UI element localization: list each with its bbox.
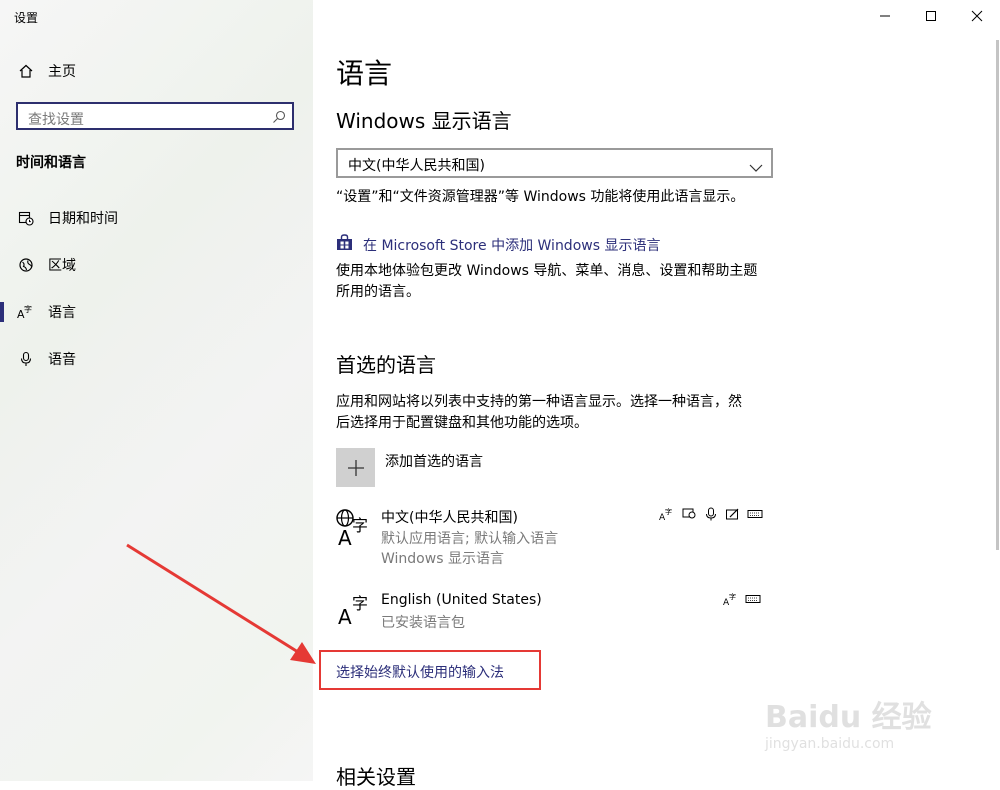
svg-text:A: A [338,526,352,550]
microphone-icon [703,507,719,521]
sidebar-item-region[interactable]: 区域 [0,247,313,283]
sidebar-item-language[interactable]: A字 语言 [0,294,313,330]
svg-text:字: 字 [352,594,368,613]
close-icon [971,10,983,22]
store-icon [336,234,353,255]
maximize-button[interactable] [908,0,954,32]
sidebar-item-speech[interactable]: 语音 [0,341,313,377]
language-features: A字 [723,592,761,606]
maximize-icon [926,11,936,21]
minimize-icon [880,15,890,17]
default-input-method-link[interactable]: 选择始终默认使用的输入法 [319,650,541,690]
sidebar-item-label: 区域 [48,258,76,274]
minimize-button[interactable] [862,0,908,32]
watermark-brand: Baidu 经验 [765,700,932,735]
svg-text:字: 字 [24,304,32,314]
add-language-label: 添加首选的语言 [385,454,483,470]
default-input-method-label: 选择始终默认使用的输入法 [336,665,504,681]
sidebar-item-label: 主页 [48,64,76,80]
store-description-line2: 所用的语言。 [336,284,420,300]
language-name: English (United States) [381,592,542,608]
search-icon [272,109,286,128]
store-description-line1: 使用本地体验包更改 Windows 导航、菜单、消息、设置和帮助主题 [336,263,758,279]
watermark-url: jingyan.baidu.com [765,736,895,752]
close-button[interactable] [954,0,1000,32]
sidebar-item-label: 语音 [48,352,76,368]
keyboard-icon [745,592,761,606]
display-language-heading: Windows 显示语言 [336,109,512,133]
preferred-description-line1: 应用和网站将以列表中支持的第一种语言显示。选择一种语言，然 [336,394,742,410]
sidebar-item-label: 日期和时间 [48,211,118,227]
svg-text:字: 字 [352,516,368,535]
display-language-select[interactable]: 中文(中华人民共和国) [336,148,773,178]
search-placeholder: 查找设置 [28,112,84,128]
related-settings-heading: 相关设置 [336,765,416,789]
window-title: 设置 [14,11,39,25]
language-detail: 默认应用语言; 默认输入语言 [381,531,559,547]
scrollbar[interactable] [996,40,999,550]
sidebar: 设置 主页 查找设置 时间和语言 日期和时间 区域 A字 语言 语音 [0,0,313,781]
language-icon: A字 [17,303,35,321]
sidebar-item-label: 语言 [48,305,76,321]
language-display-icon: A 字 [336,592,376,636]
sidebar-item-date-time[interactable]: 日期和时间 [0,200,313,236]
language-detail: Windows 显示语言 [381,551,504,567]
search-input[interactable]: 查找设置 [16,102,294,130]
svg-text:字: 字 [665,507,672,516]
display-language-feature-icon: A字 [723,592,739,606]
language-detail: 已安装语言包 [381,615,465,631]
microphone-icon [17,350,35,368]
language-item-english[interactable]: A 字 English (United States) 已安装语言包 A字 [336,592,776,636]
calendar-clock-icon [17,209,35,227]
speech-recognition-icon [681,507,697,521]
display-language-note: “设置”和“文件资源管理器”等 Windows 功能将使用此语言显示。 [336,189,745,205]
language-display-icon: A 字 [336,507,376,551]
svg-text:字: 字 [729,592,736,601]
add-language-button[interactable]: 添加首选的语言 [336,448,483,487]
home-icon [17,62,35,80]
svg-text:A: A [338,605,352,629]
language-item-chinese[interactable]: A 字 中文(中华人民共和国) 默认应用语言; 默认输入语言 Windows 显… [336,507,776,569]
language-features: A字 [659,507,763,521]
sidebar-item-home[interactable]: 主页 [0,53,313,89]
display-language-value: 中文(中华人民共和国) [348,158,485,174]
handwriting-icon [725,507,741,521]
window-controls [862,0,1000,32]
section-title: 时间和语言 [16,155,86,171]
chevron-down-icon [749,158,763,177]
globe-icon [17,256,35,274]
store-link[interactable]: 在 Microsoft Store 中添加 Windows 显示语言 [336,234,660,255]
baidu-watermark: Baidu 经验 jingyan.baidu.com [755,672,955,772]
display-language-feature-icon: A字 [659,507,675,521]
keyboard-icon [747,507,763,521]
page-title: 语言 [336,57,393,90]
plus-icon [336,448,375,487]
preferred-language-heading: 首选的语言 [336,353,436,377]
language-name: 中文(中华人民共和国) [381,510,518,526]
store-link-label: 在 Microsoft Store 中添加 Windows 显示语言 [363,237,661,254]
preferred-description-line2: 后选择用于配置键盘和其他功能的选项。 [336,415,588,431]
